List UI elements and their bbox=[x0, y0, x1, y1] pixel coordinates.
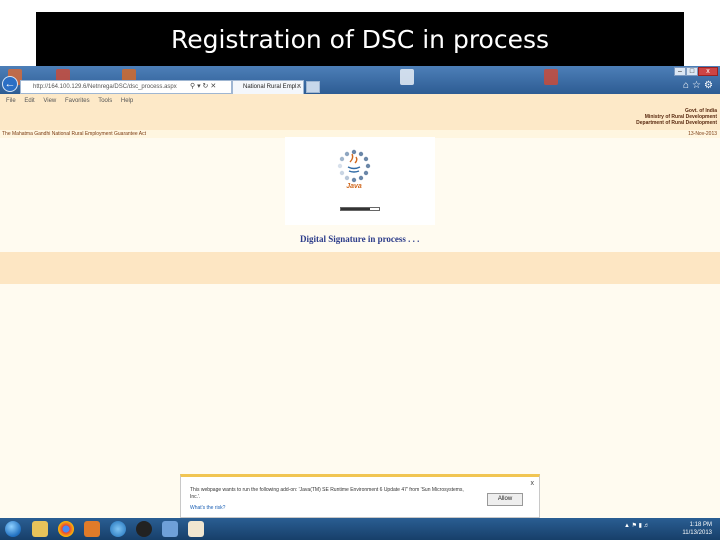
clock-date: 11/13/2013 bbox=[682, 530, 712, 536]
media-player-icon[interactable] bbox=[84, 521, 100, 537]
menu-bar: File Edit View Favorites Tools Help bbox=[0, 94, 720, 108]
menu-file[interactable]: File bbox=[6, 98, 16, 104]
addon-notification-bar: This webpage wants to run the following … bbox=[180, 474, 540, 518]
app-icon[interactable] bbox=[136, 521, 152, 537]
menu-tools[interactable]: Tools bbox=[98, 98, 112, 104]
tab-title: National Rural Empl... bbox=[243, 84, 302, 90]
allow-button[interactable]: Allow bbox=[487, 493, 523, 506]
gov-text: Govt. of India Ministry of Rural Develop… bbox=[636, 108, 717, 126]
status-message: Digital Signature in process . . . bbox=[300, 234, 420, 244]
notification-close-icon[interactable]: x bbox=[531, 480, 535, 487]
system-tray-icons[interactable]: ▲ ⚑ ▮ ♬ bbox=[624, 522, 650, 529]
java-taskbar-icon[interactable] bbox=[188, 521, 204, 537]
document-icon bbox=[400, 69, 414, 85]
home-star-gear-icons[interactable]: ⌂☆⚙ bbox=[683, 80, 716, 91]
slide-title: Registration of DSC in process bbox=[36, 12, 684, 66]
flag-icon bbox=[544, 69, 558, 85]
browser-tab[interactable]: National Rural Empl... × bbox=[232, 80, 304, 94]
back-button[interactable]: ← bbox=[2, 76, 18, 92]
minimize-button[interactable]: – bbox=[674, 67, 686, 76]
risk-link[interactable]: What's the risk? bbox=[190, 505, 225, 511]
paint-icon[interactable] bbox=[162, 521, 178, 537]
browser-window: ← http://164.100.129.6/Netnrega/DSC/dsc_… bbox=[0, 66, 720, 540]
maximize-button[interactable]: □ bbox=[686, 67, 698, 76]
java-logo-text: Java bbox=[346, 183, 362, 190]
address-bar-actions[interactable]: ⚲ ▾ ↻ ✕ bbox=[190, 80, 216, 93]
site-name: The Mahatma Gandhi National Rural Employ… bbox=[2, 131, 146, 137]
chrome-icon[interactable] bbox=[58, 521, 74, 537]
menu-view[interactable]: View bbox=[43, 98, 56, 104]
site-date: 13-Nov-2013 bbox=[688, 131, 717, 137]
gov-line: Department of Rural Development bbox=[636, 120, 717, 126]
progress-fill bbox=[341, 208, 370, 210]
taskbar: ▲ ⚑ ▮ ♬ 1:18 PM 11/13/2013 bbox=[0, 518, 720, 540]
clock-time: 1:18 PM bbox=[689, 522, 712, 528]
menu-edit[interactable]: Edit bbox=[24, 98, 34, 104]
progress-bar bbox=[340, 207, 380, 211]
footer-band bbox=[0, 252, 720, 284]
java-spinner-icon: Java bbox=[337, 149, 371, 195]
java-loading-panel: Java bbox=[285, 137, 435, 225]
internet-explorer-icon[interactable] bbox=[110, 521, 126, 537]
clock[interactable]: 1:18 PM 11/13/2013 bbox=[682, 521, 712, 537]
notification-message: This webpage wants to run the following … bbox=[190, 487, 464, 500]
slide: Registration of DSC in process ← http://… bbox=[0, 0, 720, 540]
menu-help[interactable]: Help bbox=[121, 98, 133, 104]
start-button[interactable] bbox=[5, 521, 21, 537]
site-header: Govt. of India Ministry of Rural Develop… bbox=[0, 108, 720, 130]
tab-close-icon[interactable]: × bbox=[297, 81, 301, 93]
new-tab-button[interactable] bbox=[306, 81, 320, 93]
close-button[interactable]: x bbox=[698, 67, 718, 76]
folder-icon[interactable] bbox=[32, 521, 48, 537]
browser-titlebar: ← http://164.100.129.6/Netnrega/DSC/dsc_… bbox=[0, 66, 720, 94]
menu-favorites[interactable]: Favorites bbox=[65, 98, 90, 104]
